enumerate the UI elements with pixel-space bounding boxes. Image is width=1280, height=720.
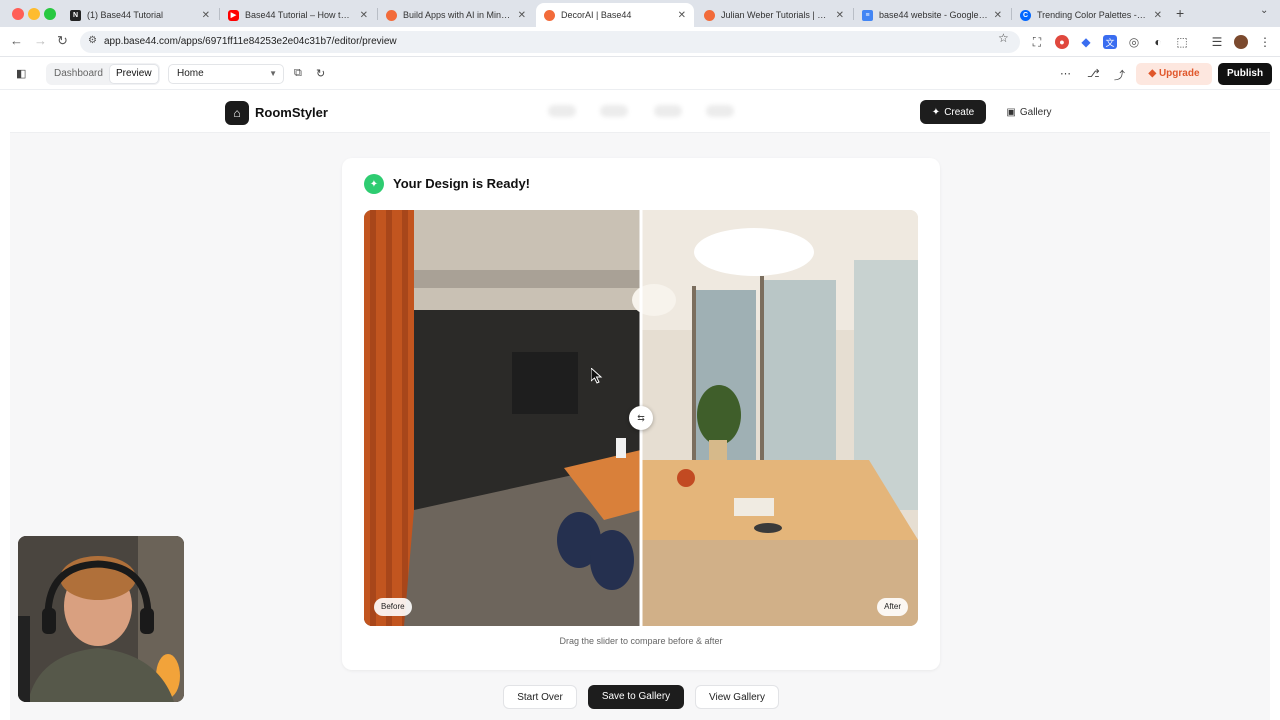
- maximize-window-button[interactable]: [44, 8, 56, 20]
- view-mode-switch: Dashboard Preview: [46, 63, 160, 85]
- forward-arrow-icon[interactable]: →: [34, 33, 47, 48]
- close-tab-icon[interactable]: ✕: [1154, 10, 1162, 21]
- url-field[interactable]: ⚙ app.base44.com/apps/6971ff11e84253e2e0…: [80, 31, 1020, 53]
- minimize-window-button[interactable]: [28, 8, 40, 20]
- upgrade-button[interactable]: ◆ Upgrade: [1136, 63, 1212, 85]
- share-icon[interactable]: ⤴: [1114, 67, 1125, 83]
- base44-icon: [544, 9, 555, 21]
- close-tab-icon[interactable]: ✕: [994, 10, 1002, 21]
- extension-translate-icon[interactable]: 文: [1103, 35, 1117, 49]
- more-options-icon[interactable]: ⋯: [1060, 67, 1071, 80]
- before-after-comparison[interactable]: ⇆ Before After: [364, 210, 918, 626]
- dashboard-tab[interactable]: Dashboard: [48, 65, 109, 83]
- extension-tag-icon[interactable]: ◆: [1079, 35, 1093, 49]
- browser-tab[interactable]: N (1) Base44 Tutorial ✕: [62, 3, 218, 27]
- extension-ring-icon[interactable]: ◎: [1127, 35, 1141, 49]
- new-tab-icon[interactable]: +: [1176, 5, 1184, 21]
- browser-tab[interactable]: ≡ base44 website - Google Docs ✕: [854, 3, 1010, 27]
- after-image: [632, 210, 918, 626]
- coolors-icon: C: [1020, 9, 1031, 21]
- reload-icon[interactable]: ↻: [57, 33, 68, 49]
- after-label: After: [877, 598, 908, 616]
- github-icon[interactable]: ⎇: [1087, 67, 1100, 80]
- base44-editor-toolbar: ◧ Dashboard Preview Home ▼ ⧉ ↻ ⋯ ⎇ ⤴ ◆ U…: [0, 58, 1280, 90]
- extension-leaf-icon[interactable]: ◐: [1151, 35, 1165, 49]
- browser-tab[interactable]: C Trending Color Palettes - Coolors ✕: [1012, 3, 1170, 27]
- reading-list-icon[interactable]: ☰: [1210, 35, 1224, 49]
- close-tab-icon[interactable]: ✕: [202, 10, 210, 21]
- close-window-button[interactable]: [12, 8, 24, 20]
- compare-slider-handle[interactable]: ⇆: [629, 406, 653, 430]
- tab-search-chevron-icon[interactable]: ⌄: [1260, 5, 1268, 16]
- close-tab-icon[interactable]: ✕: [678, 10, 686, 21]
- create-button[interactable]: ✦ Create: [920, 100, 986, 124]
- youtube-icon: ▶: [228, 9, 239, 21]
- view-gallery-button[interactable]: View Gallery: [695, 685, 779, 709]
- close-tab-icon[interactable]: ✕: [360, 10, 368, 21]
- app-preview: ⌂ RoomStyler ✦ Create ▣ Gallery ✦ Your D…: [10, 91, 1270, 720]
- nav-placeholder: [600, 105, 628, 117]
- close-tab-icon[interactable]: ✕: [518, 10, 526, 21]
- webcam-overlay: [18, 536, 184, 702]
- sparkle-icon: ✦: [364, 174, 384, 194]
- bookmark-star-icon[interactable]: ☆: [998, 31, 1009, 45]
- chevron-down-icon: ▼: [269, 69, 277, 78]
- profile-avatar[interactable]: [1234, 35, 1248, 49]
- extension-red-icon[interactable]: ●: [1055, 35, 1069, 49]
- preview-tab[interactable]: Preview: [110, 65, 158, 83]
- base44-icon: [704, 9, 715, 21]
- home-icon[interactable]: ⌂: [225, 101, 249, 125]
- device-preview-icon[interactable]: ⧉: [294, 67, 302, 80]
- image-icon: ▣: [1006, 106, 1016, 118]
- nav-placeholder: [706, 105, 734, 117]
- brand-name[interactable]: RoomStyler: [255, 105, 328, 120]
- sidebar-toggle-icon[interactable]: ◧: [16, 67, 26, 80]
- start-over-button[interactable]: Start Over: [503, 685, 577, 709]
- screenshot-icon[interactable]: ⛶: [1030, 35, 1044, 49]
- browser-tab[interactable]: Julian Weber Tutorials | Base44 ✕: [696, 3, 852, 27]
- browser-tab-active[interactable]: DecorAI | Base44 ✕: [536, 3, 694, 27]
- slider-hint: Drag the slider to compare before & afte…: [559, 636, 723, 646]
- page-selector[interactable]: Home ▼: [168, 64, 284, 84]
- sparkle-icon: ✦: [931, 106, 941, 118]
- mouse-cursor-icon: [591, 368, 603, 384]
- before-image: [364, 210, 641, 626]
- result-actions: Start Over Save to Gallery View Gallery: [10, 685, 1270, 713]
- extensions-puzzle-icon[interactable]: ⬚: [1175, 35, 1189, 49]
- refresh-icon[interactable]: ↻: [316, 67, 325, 80]
- result-title: Your Design is Ready!: [393, 176, 531, 191]
- browser-address-bar: ← → ↻ ⚙ app.base44.com/apps/6971ff11e842…: [0, 27, 1280, 57]
- base44-icon: [386, 9, 397, 21]
- back-arrow-icon[interactable]: ←: [10, 33, 23, 48]
- result-card: ✦ Your Design is Ready! ⇆ Before After D…: [342, 158, 940, 670]
- close-tab-icon[interactable]: ✕: [836, 10, 844, 21]
- app-header: ⌂ RoomStyler ✦ Create ▣ Gallery: [10, 91, 1270, 133]
- presenter-video: [18, 536, 184, 702]
- browser-tab[interactable]: Build Apps with AI in Minutes ✕: [378, 3, 534, 27]
- notion-icon: N: [70, 9, 81, 21]
- gallery-button[interactable]: ▣ Gallery: [996, 100, 1062, 124]
- browser-tab[interactable]: ▶ Base44 Tutorial – How to build ✕: [220, 3, 376, 27]
- browser-tab-strip: N (1) Base44 Tutorial ✕ ▶ Base44 Tutoria…: [0, 0, 1280, 27]
- docs-icon: ≡: [862, 9, 873, 21]
- diamond-icon: ◆: [1148, 68, 1157, 79]
- before-label: Before: [374, 598, 412, 616]
- nav-placeholder: [548, 105, 576, 117]
- site-settings-icon[interactable]: ⚙: [88, 35, 97, 46]
- nav-placeholder: [654, 105, 682, 117]
- browser-menu-icon[interactable]: ⋮: [1258, 35, 1272, 49]
- save-to-gallery-button[interactable]: Save to Gallery: [588, 685, 684, 709]
- publish-button[interactable]: Publish: [1218, 63, 1272, 85]
